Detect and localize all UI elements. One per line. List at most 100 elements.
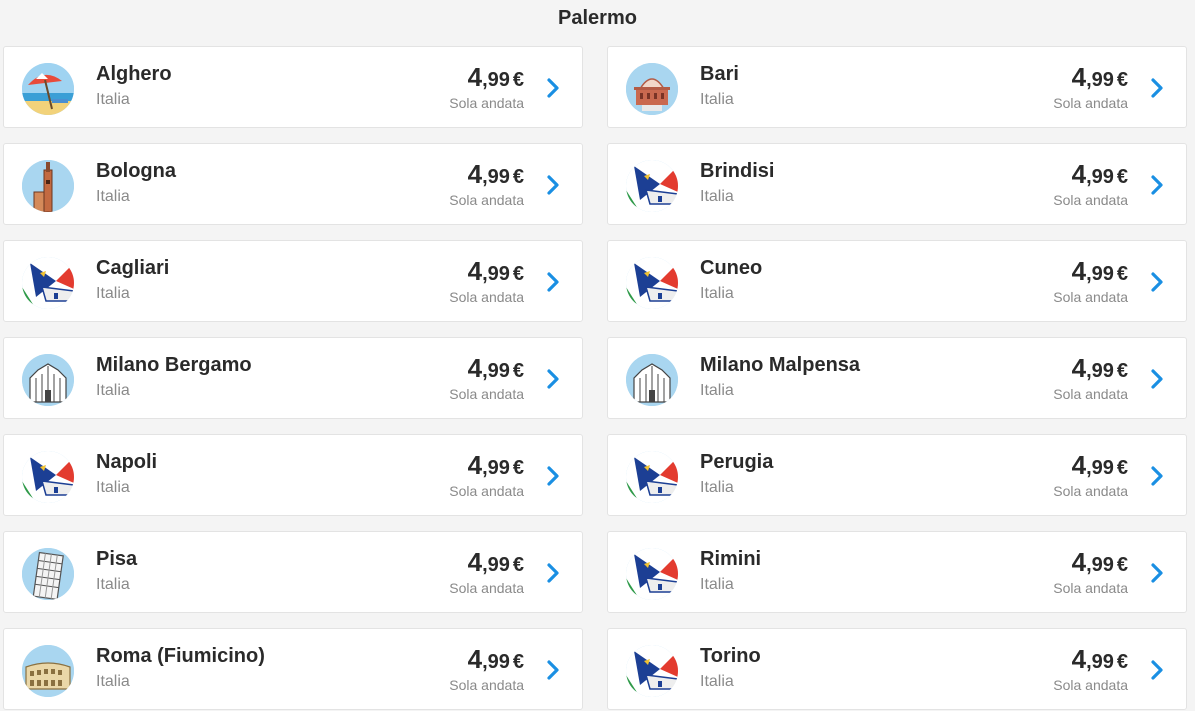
chevron-right-icon[interactable] — [1148, 367, 1166, 391]
fare-type: Sola andata — [1053, 192, 1128, 208]
price-currency: € — [1116, 69, 1128, 91]
chevron-right-icon[interactable] — [1148, 561, 1166, 585]
fare-type: Sola andata — [449, 580, 524, 596]
city-name: Cagliari — [96, 257, 170, 279]
country-name: Italia — [700, 188, 734, 205]
price: 4,99 € — [1072, 256, 1128, 287]
destination-card[interactable]: Milano Malpensa Italia 4,99 € Sola andata — [607, 337, 1187, 419]
chevron-right-icon[interactable] — [1148, 270, 1166, 294]
price-decimals: ,99 — [482, 69, 510, 91]
fare-type: Sola andata — [1053, 483, 1128, 499]
city-name: Napoli — [96, 451, 158, 473]
destination-card[interactable]: Napoli Italia 4,99 € Sola andata — [3, 434, 583, 516]
destination-card[interactable]: Perugia Italia 4,99 € Sola andata — [607, 434, 1187, 516]
price: 4,99 € — [1072, 450, 1128, 481]
city-name: Alghero — [96, 63, 172, 85]
fare-type: Sola andata — [449, 386, 524, 402]
plane-tail-icon — [22, 451, 74, 503]
price-integer: 4 — [467, 644, 483, 674]
destination-card[interactable]: Brindisi Italia 4,99 € Sola andata — [607, 143, 1187, 225]
country-name: Italia — [96, 576, 130, 593]
city-name: Perugia — [700, 451, 774, 473]
chevron-right-icon[interactable] — [544, 561, 562, 585]
price-integer: 4 — [467, 62, 483, 92]
price: 4,99 € — [468, 644, 524, 675]
price: 4,99 € — [468, 159, 524, 190]
country-name: Italia — [96, 91, 130, 108]
country-name: Italia — [96, 382, 130, 399]
fare-type: Sola andata — [1053, 289, 1128, 305]
price-currency: € — [1116, 457, 1128, 479]
cathedral-icon — [22, 354, 74, 406]
chevron-right-icon[interactable] — [1148, 173, 1166, 197]
destination-card[interactable]: Roma (Fiumicino) Italia 4,99 € Sola andat… — [3, 628, 583, 710]
city-name: Pisa — [96, 548, 138, 570]
country-name: Italia — [96, 285, 130, 302]
country-name: Italia — [700, 91, 734, 108]
destination-card[interactable]: Pisa Italia 4,99 € Sola andata — [3, 531, 583, 613]
price-decimals: ,99 — [1086, 457, 1114, 479]
city-name: Rimini — [700, 548, 762, 570]
plane-tail-icon — [626, 451, 678, 503]
destination-card[interactable]: Cuneo Italia 4,99 € Sola andata — [607, 240, 1187, 322]
price: 4,99 € — [468, 62, 524, 93]
destination-card[interactable]: Torino Italia 4,99 € Sola andata — [607, 628, 1187, 710]
destination-card[interactable]: Alghero Italia 4,99 € Sola andata — [3, 46, 583, 128]
fare-type: Sola andata — [1053, 677, 1128, 693]
city-name: Milano Malpensa — [700, 354, 861, 376]
price: 4,99 € — [468, 450, 524, 481]
plane-tail-icon — [626, 160, 678, 212]
price-decimals: ,99 — [482, 554, 510, 576]
price-currency: € — [512, 554, 524, 576]
plane-tail-icon — [22, 257, 74, 309]
page-title: Palermo — [558, 7, 637, 29]
chevron-right-icon[interactable] — [544, 173, 562, 197]
city-name: Roma (Fiumicino) — [96, 645, 265, 667]
price-currency: € — [512, 651, 524, 673]
price: 4,99 € — [468, 256, 524, 287]
plane-tail-icon — [626, 257, 678, 309]
price-currency: € — [512, 263, 524, 285]
country-name: Italia — [700, 382, 734, 399]
price-integer: 4 — [1071, 450, 1087, 480]
city-name: Bologna — [96, 160, 176, 182]
price-currency: € — [1116, 166, 1128, 188]
price-currency: € — [512, 360, 524, 382]
price: 4,99 € — [1072, 547, 1128, 578]
destination-card[interactable]: Bari Italia 4,99 € Sola andata — [607, 46, 1187, 128]
chevron-right-icon[interactable] — [544, 367, 562, 391]
beach-icon — [22, 63, 74, 115]
price-currency: € — [512, 166, 524, 188]
price-integer: 4 — [1071, 644, 1087, 674]
price-integer: 4 — [1071, 62, 1087, 92]
price: 4,99 € — [1072, 62, 1128, 93]
fare-type: Sola andata — [449, 95, 524, 111]
chevron-right-icon[interactable] — [544, 464, 562, 488]
fare-type: Sola andata — [1053, 95, 1128, 111]
fare-type: Sola andata — [449, 289, 524, 305]
colosseum-icon — [22, 645, 74, 697]
chevron-right-icon[interactable] — [1148, 658, 1166, 682]
price-integer: 4 — [467, 353, 483, 383]
destination-card[interactable]: Cagliari Italia 4,99 € Sola andata — [3, 240, 583, 322]
destination-card[interactable]: Rimini Italia 4,99 € Sola andata — [607, 531, 1187, 613]
destination-card[interactable]: Bologna Italia 4,99 € Sola andata — [3, 143, 583, 225]
price-decimals: ,99 — [482, 457, 510, 479]
chevron-right-icon[interactable] — [544, 270, 562, 294]
price-decimals: ,99 — [482, 166, 510, 188]
fare-type: Sola andata — [449, 483, 524, 499]
chevron-right-icon[interactable] — [544, 658, 562, 682]
price-decimals: ,99 — [482, 360, 510, 382]
price-currency: € — [1116, 263, 1128, 285]
destination-card[interactable]: Milano Bergamo Italia 4,99 € Sola andata — [3, 337, 583, 419]
country-name: Italia — [96, 673, 130, 690]
city-name: Brindisi — [700, 160, 775, 182]
price-integer: 4 — [467, 450, 483, 480]
chevron-right-icon[interactable] — [544, 76, 562, 100]
cathedral-icon — [626, 354, 678, 406]
price-currency: € — [1116, 554, 1128, 576]
fare-type: Sola andata — [1053, 580, 1128, 596]
price-integer: 4 — [1071, 256, 1087, 286]
chevron-right-icon[interactable] — [1148, 76, 1166, 100]
chevron-right-icon[interactable] — [1148, 464, 1166, 488]
